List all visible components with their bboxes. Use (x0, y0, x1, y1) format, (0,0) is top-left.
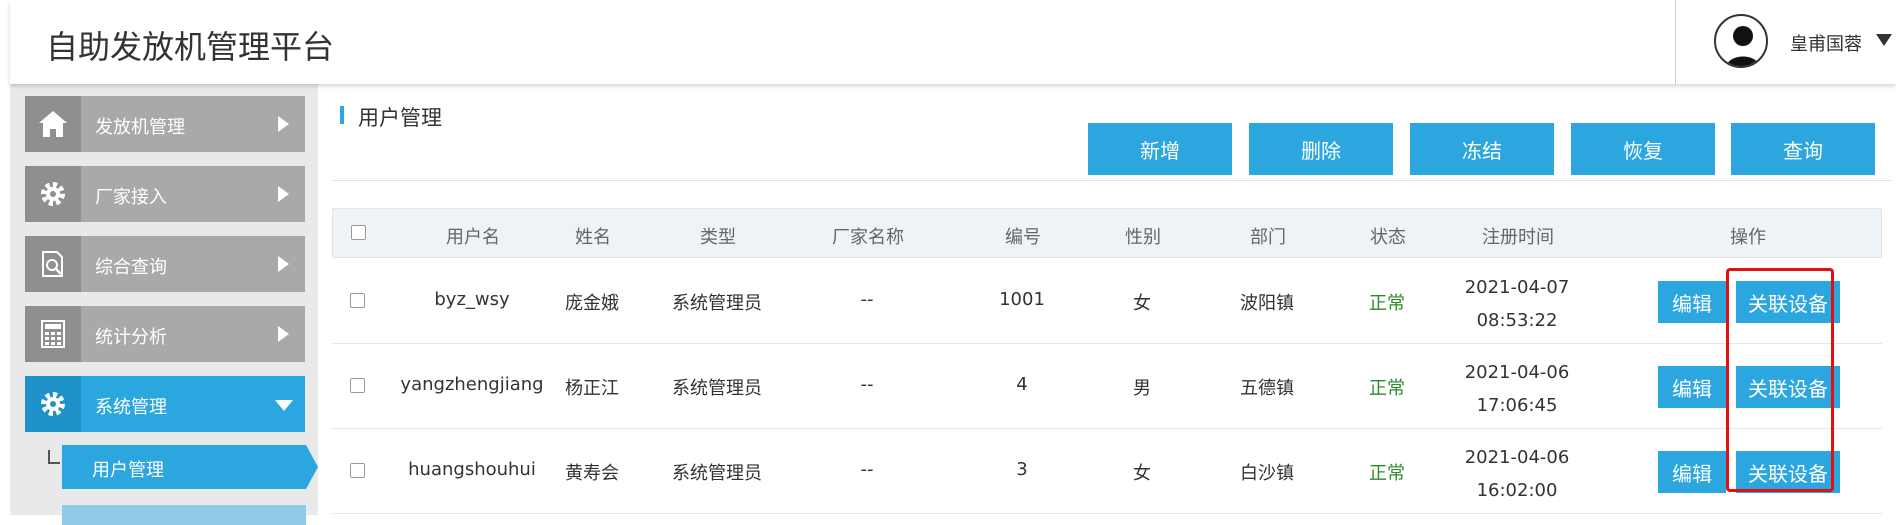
chevron-right-icon (278, 326, 289, 342)
select-all-checkbox[interactable] (351, 225, 366, 240)
column-header: 厂家名称 (832, 227, 904, 248)
main-content: 用户管理 新增 删除 冻结 恢复 查询 用户名 姓名 类型 厂家名称 编号 性别… (318, 84, 1896, 515)
sidebar-item-dispenser[interactable]: 发放机管理 (25, 96, 305, 152)
sidebar-item-label: 综合查询 (95, 257, 167, 278)
cell-vendor: -- (860, 459, 874, 480)
cell-type: 系统管理员 (672, 463, 762, 484)
chevron-right-icon (278, 186, 289, 202)
cell-department: 波阳镇 (1240, 293, 1294, 314)
avatar[interactable] (1714, 14, 1768, 68)
table-header: 用户名 姓名 类型 厂家名称 编号 性别 部门 状态 注册时间 操作 (332, 208, 1882, 258)
sidebar-item-label: 发放机管理 (95, 117, 185, 138)
cell-number: 1001 (999, 289, 1045, 310)
column-header: 性别 (1125, 227, 1161, 248)
chevron-down-icon[interactable] (1876, 34, 1892, 46)
query-button[interactable]: 查询 (1731, 123, 1875, 175)
register-date: 2021-04-06 (1464, 362, 1570, 383)
highlight-annotation (1726, 268, 1834, 492)
edit-button[interactable]: 编辑 (1658, 451, 1726, 493)
freeze-button[interactable]: 冻结 (1410, 123, 1554, 175)
cell-vendor: -- (860, 289, 874, 310)
document-search-icon (25, 236, 81, 292)
chevron-right-icon (278, 256, 289, 272)
edit-button[interactable]: 编辑 (1658, 281, 1726, 323)
column-header: 状态 (1370, 227, 1406, 248)
user-name[interactable]: 皇甫国蓉 (1790, 30, 1862, 56)
cell-gender: 男 (1133, 378, 1151, 399)
home-icon (25, 96, 81, 152)
cell-username: yangzhengjiang (400, 374, 544, 395)
cell-username: byz_wsy (434, 289, 510, 310)
column-header: 编号 (1005, 227, 1041, 248)
chevron-right-icon (278, 116, 289, 132)
tree-branch-icon (48, 450, 60, 464)
row-checkbox[interactable] (350, 463, 365, 478)
section-marker (340, 106, 344, 124)
cell-gender: 女 (1133, 463, 1151, 484)
table-row: huangshouhui 黄寿会 系统管理员 -- 3 女 白沙镇 正常 202… (332, 429, 1882, 514)
cell-status: 正常 (1369, 463, 1405, 484)
gear-icon (25, 166, 81, 222)
row-checkbox[interactable] (350, 378, 365, 393)
delete-button[interactable]: 删除 (1249, 123, 1393, 175)
cell-status: 正常 (1369, 293, 1405, 314)
edit-button[interactable]: 编辑 (1658, 366, 1726, 408)
sidebar-item-label: 统计分析 (95, 327, 167, 348)
cell-register-time: 2021-04-06 16:02:00 (1442, 441, 1592, 507)
cell-type: 系统管理员 (672, 378, 762, 399)
cell-department: 五德镇 (1240, 378, 1294, 399)
cell-vendor: -- (860, 374, 874, 395)
sidebar-subitem-next[interactable] (62, 505, 306, 525)
register-date: 2021-04-06 (1464, 447, 1570, 468)
column-header: 用户名 (446, 227, 500, 248)
restore-button[interactable]: 恢复 (1571, 123, 1715, 175)
page-title: 用户管理 (358, 106, 442, 130)
register-date: 2021-04-07 (1464, 277, 1570, 298)
register-clock: 08:53:22 (1476, 310, 1558, 331)
sidebar-subitem-label: 用户管理 (92, 460, 164, 481)
table-row: yangzhengjiang 杨正江 系统管理员 -- 4 男 五德镇 正常 2… (332, 344, 1882, 429)
cell-number: 3 (1016, 459, 1028, 480)
sidebar-item-label: 厂家接入 (95, 187, 167, 208)
sidebar-item-query[interactable]: 综合查询 (25, 236, 305, 292)
cell-username: huangshouhui (408, 459, 536, 480)
user-avatar-icon (1726, 26, 1760, 66)
sidebar-item-statistics[interactable]: 统计分析 (25, 306, 305, 362)
cell-type: 系统管理员 (672, 293, 762, 314)
row-checkbox[interactable] (350, 293, 365, 308)
column-header: 注册时间 (1482, 227, 1554, 248)
cell-name: 杨正江 (565, 378, 619, 399)
register-clock: 16:02:00 (1476, 480, 1558, 501)
cell-name: 庞金娥 (565, 293, 619, 314)
table-row: byz_wsy 庞金娥 系统管理员 -- 1001 女 波阳镇 正常 2021-… (332, 259, 1882, 344)
column-header: 操作 (1730, 227, 1766, 248)
cell-register-time: 2021-04-07 08:53:22 (1442, 271, 1592, 337)
calculator-icon (25, 306, 81, 362)
sidebar-item-vendor[interactable]: 厂家接入 (25, 166, 305, 222)
cell-status: 正常 (1369, 378, 1405, 399)
sidebar-item-label: 系统管理 (95, 397, 167, 418)
cell-number: 4 (1016, 374, 1028, 395)
register-clock: 17:06:45 (1476, 395, 1558, 416)
divider (332, 180, 1892, 181)
top-header: 自助发放机管理平台 皇甫国蓉 (10, 0, 1896, 84)
gear-icon (25, 376, 81, 432)
app-title: 自助发放机管理平台 (46, 28, 335, 66)
chevron-down-icon (275, 400, 293, 411)
cell-department: 白沙镇 (1240, 463, 1294, 484)
cell-name: 黄寿会 (565, 463, 619, 484)
cell-gender: 女 (1133, 293, 1151, 314)
column-header: 部门 (1250, 227, 1286, 248)
column-header: 姓名 (575, 227, 611, 248)
header-divider (1675, 0, 1676, 84)
sidebar-item-system[interactable]: 系统管理 (25, 376, 305, 432)
column-header: 类型 (700, 227, 736, 248)
cell-register-time: 2021-04-06 17:06:45 (1442, 356, 1592, 422)
sidebar-subitem-user-management[interactable]: 用户管理 (62, 445, 318, 489)
add-button[interactable]: 新增 (1088, 123, 1232, 175)
